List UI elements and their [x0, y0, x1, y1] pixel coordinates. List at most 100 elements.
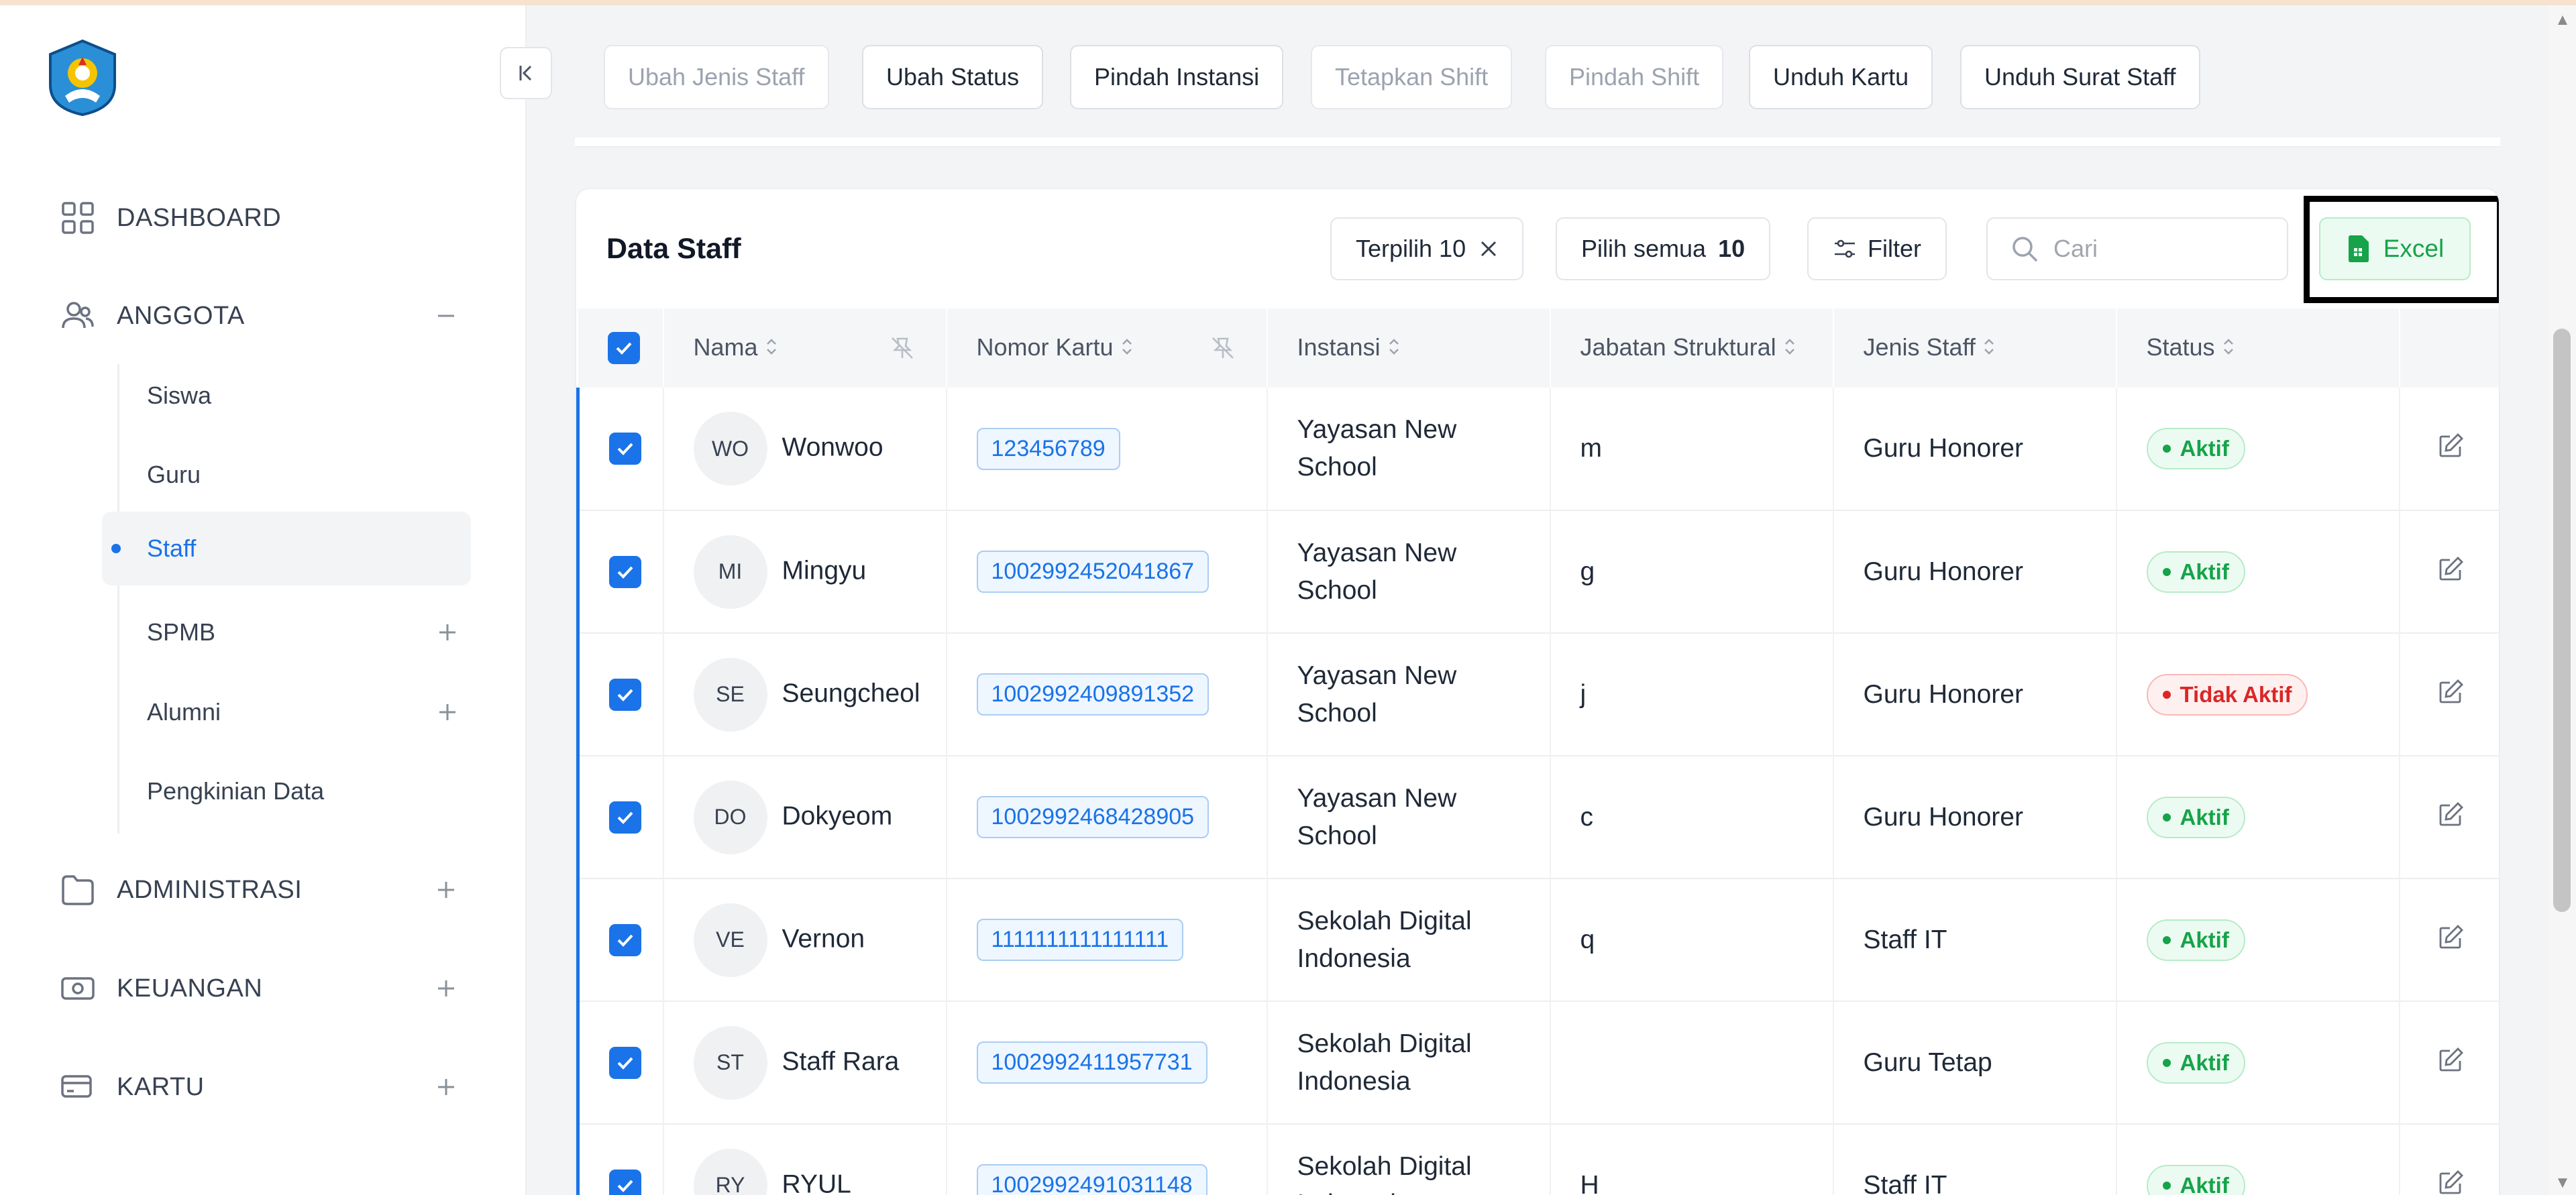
- row-checkbox[interactable]: [609, 433, 641, 465]
- staff-name[interactable]: Wonwoo: [782, 433, 883, 461]
- expand-plus-icon[interactable]: [431, 695, 464, 729]
- scroll-down-arrow-icon[interactable]: ▼: [2555, 1174, 2571, 1192]
- app-logo[interactable]: [44, 38, 121, 118]
- card-number-tag[interactable]: 1111111111111111: [976, 919, 1184, 961]
- selected-count-chip[interactable]: Terpilih 10: [1330, 217, 1524, 280]
- edit-icon[interactable]: [2438, 924, 2465, 956]
- row-checkbox[interactable]: [609, 1169, 641, 1195]
- check-icon: [617, 811, 633, 824]
- column-header-nomor-kartu[interactable]: Nomor Kartu: [946, 308, 1268, 388]
- card-number-cell: 1002992452041867: [946, 510, 1268, 633]
- sidebar-item-spmb[interactable]: SPMB: [102, 595, 471, 669]
- table-header-row: Nama Nomor Kartu Instansi Jabatan Strukt…: [578, 308, 2499, 388]
- table-row[interactable]: DO Dokyeom 1002992468428905 Yayasan New S…: [576, 756, 2499, 878]
- edit-icon[interactable]: [2438, 556, 2465, 588]
- unduh-kartu-button[interactable]: Unduh Kartu: [1749, 45, 1933, 109]
- collapse-minus-icon[interactable]: [429, 299, 463, 333]
- collapse-left-icon: [519, 65, 532, 81]
- sort-icon[interactable]: [2222, 335, 2235, 363]
- staff-name[interactable]: RYUL: [782, 1170, 851, 1195]
- row-checkbox[interactable]: [609, 801, 641, 834]
- card-number-tag[interactable]: 1002992411957731: [976, 1041, 1208, 1084]
- tetapkan-shift-button[interactable]: Tetapkan Shift: [1311, 45, 1513, 109]
- row-checkbox[interactable]: [609, 923, 641, 956]
- column-header-jabatan[interactable]: Jabatan Struktural: [1550, 308, 1834, 388]
- staff-name[interactable]: Vernon: [782, 924, 865, 953]
- edit-icon[interactable]: [2438, 433, 2465, 465]
- jenis-staff-cell: Guru Honorer: [1833, 510, 2117, 633]
- select-all-checkbox[interactable]: [607, 332, 640, 364]
- card-number-tag[interactable]: 123456789: [976, 427, 1120, 470]
- sidebar-item-staff[interactable]: Staff: [102, 512, 471, 585]
- status-cell: Tidak Aktif: [2116, 633, 2400, 756]
- table-row[interactable]: RY RYUL 1002992491031148 Sekolah Digital …: [576, 1124, 2499, 1195]
- sort-icon[interactable]: [765, 335, 778, 363]
- sort-icon[interactable]: [1982, 335, 1996, 363]
- name-cell: RY RYUL: [663, 1124, 947, 1195]
- pindah-instansi-button[interactable]: Pindah Instansi: [1070, 45, 1284, 109]
- unduh-surat-staff-button[interactable]: Unduh Surat Staff: [1960, 45, 2200, 109]
- table-row[interactable]: MI Mingyu 1002992452041867 Yayasan New Sc…: [576, 510, 2499, 633]
- table-row[interactable]: VE Vernon 1111111111111111 Sekolah Digita…: [576, 878, 2499, 1001]
- sort-icon[interactable]: [1783, 335, 1796, 363]
- nav-dashboard[interactable]: DASHBOARD: [60, 194, 463, 241]
- search-input[interactable]: [2053, 235, 2275, 263]
- nav-keuangan[interactable]: KEUANGAN: [60, 965, 463, 1012]
- ubah-status-button[interactable]: Ubah Status: [862, 45, 1044, 109]
- instansi-line-2: School: [1297, 575, 1377, 605]
- column-header-status[interactable]: Status: [2116, 308, 2400, 388]
- ubah-jenis-staff-button[interactable]: Ubah Jenis Staff: [604, 45, 829, 109]
- collapse-sidebar-button[interactable]: [500, 47, 552, 99]
- jabatan-cell: [1550, 1001, 1834, 1124]
- sort-icon[interactable]: [1120, 335, 1134, 363]
- scroll-up-arrow-icon[interactable]: ▲: [2555, 11, 2571, 29]
- jenis-staff-cell: Guru Honorer: [1833, 388, 2117, 510]
- table-row[interactable]: SE Seungcheol 1002992409891352 Yayasan Ne…: [576, 633, 2499, 756]
- edit-icon[interactable]: [2438, 1170, 2465, 1195]
- sidebar-item-alumni[interactable]: Alumni: [102, 675, 471, 749]
- unpin-icon[interactable]: [1210, 335, 1236, 367]
- card-number-cell: 1002992409891352: [946, 633, 1268, 756]
- instansi-line-1: Yayasan New: [1297, 415, 1457, 444]
- nav-administrasi[interactable]: ADMINISTRASI: [60, 866, 463, 913]
- unpin-icon[interactable]: [890, 335, 915, 367]
- edit-icon[interactable]: [2438, 679, 2465, 711]
- edit-icon[interactable]: [2438, 1047, 2465, 1079]
- scrollbar-thumb[interactable]: [2553, 329, 2571, 912]
- sort-icon[interactable]: [1387, 335, 1401, 363]
- sidebar-item-guru[interactable]: Guru: [102, 438, 471, 512]
- sidebar-item-pengkinian-data[interactable]: Pengkinian Data: [102, 754, 471, 828]
- staff-name[interactable]: Staff Rara: [782, 1047, 900, 1076]
- table-row[interactable]: WO Wonwoo 123456789 Yayasan New School m …: [576, 388, 2499, 510]
- nav-dashboard-label: DASHBOARD: [117, 203, 282, 232]
- staff-name[interactable]: Seungcheol: [782, 679, 920, 707]
- excel-export-button[interactable]: Excel: [2319, 217, 2471, 280]
- nav-kartu[interactable]: KARTU: [60, 1064, 463, 1111]
- expand-plus-icon[interactable]: [429, 972, 463, 1005]
- sidebar-item-siswa[interactable]: Siswa: [102, 359, 471, 433]
- card-number-tag[interactable]: 1002992409891352: [976, 673, 1210, 716]
- column-header-jenis-staff[interactable]: Jenis Staff: [1833, 308, 2117, 388]
- expand-plus-icon[interactable]: [429, 873, 463, 907]
- status-label: Aktif: [2180, 927, 2229, 952]
- expand-plus-icon[interactable]: [429, 1070, 463, 1104]
- nav-anggota[interactable]: ANGGOTA: [60, 292, 463, 339]
- tut-wuri-handayani-logo-icon: [49, 39, 116, 117]
- table-body: WO Wonwoo 123456789 Yayasan New School m …: [576, 388, 2499, 1195]
- expand-plus-icon[interactable]: [431, 616, 464, 649]
- filter-button[interactable]: Filter: [1807, 217, 1947, 280]
- table-row[interactable]: ST Staff Rara 1002992411957731 Sekolah Di…: [576, 1001, 2499, 1124]
- staff-name[interactable]: Dokyeom: [782, 801, 893, 830]
- card-number-tag[interactable]: 1002992491031148: [976, 1164, 1208, 1195]
- edit-icon[interactable]: [2438, 801, 2465, 834]
- staff-name[interactable]: Mingyu: [782, 556, 867, 585]
- select-all-button[interactable]: Pilih semua 10: [1556, 217, 1771, 280]
- column-header-nama[interactable]: Nama: [663, 308, 947, 388]
- row-checkbox[interactable]: [609, 1046, 641, 1079]
- column-header-instansi[interactable]: Instansi: [1267, 308, 1551, 388]
- card-number-tag[interactable]: 1002992468428905: [976, 796, 1210, 838]
- row-checkbox[interactable]: [609, 555, 641, 588]
- pindah-shift-button[interactable]: Pindah Shift: [1545, 45, 1724, 109]
- card-number-tag[interactable]: 1002992452041867: [976, 551, 1210, 593]
- row-checkbox[interactable]: [609, 678, 641, 711]
